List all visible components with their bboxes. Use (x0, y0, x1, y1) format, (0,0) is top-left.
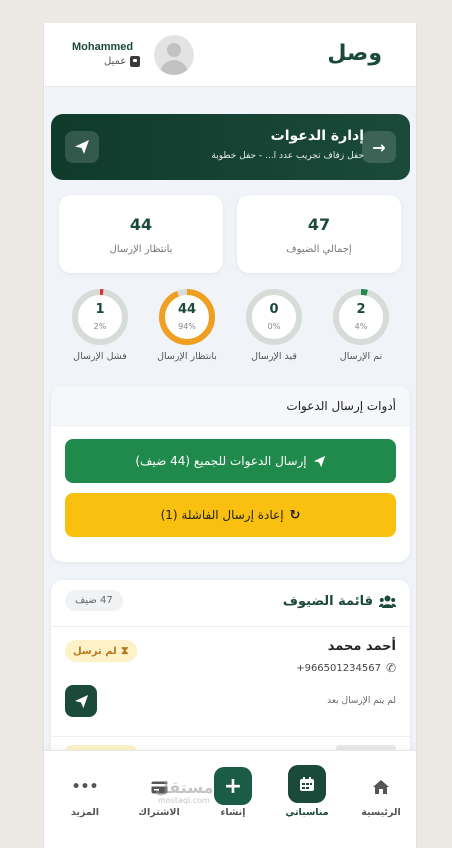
send-tools-card: أدوات إرسال الدعوات إرسال الدعوات للجميع… (51, 386, 410, 562)
ring-label: فشل الإرسال (73, 351, 127, 362)
nav-label: مناسباتي (285, 807, 329, 818)
stat-card-pending: 44 بانتظار الإرسال (59, 195, 223, 273)
avatar-head-shape (167, 43, 181, 57)
divider (51, 626, 410, 627)
nav-item-more[interactable]: ••• المزيد (48, 751, 122, 818)
stat-card-total-guests: 47 إجمالي الضيوف (237, 195, 401, 273)
ring-percent: 2% (93, 322, 107, 331)
nav-label: الرئيسية (361, 807, 401, 818)
avatar-body-shape (160, 60, 188, 75)
progress-ring: 44 94% (157, 287, 217, 347)
progress-ring: 1 2% (70, 287, 130, 347)
user-role: عميل (104, 56, 141, 67)
phone-icon: ✆ (385, 661, 396, 675)
stat-value: 44 (129, 215, 153, 234)
avatar[interactable] (154, 35, 194, 75)
guests-list-header: قائمة الضيوف (283, 594, 396, 609)
send-tools-title: أدوات إرسال الدعوات (51, 386, 410, 426)
ring-graphic (72, 289, 128, 345)
home-icon (344, 777, 416, 797)
progress-ring: 0 0% (244, 287, 304, 347)
guest-phone: +966501234567 ✆ (296, 661, 396, 675)
status-badge-label: لم ترسل (73, 645, 117, 657)
invitations-banner[interactable]: → إدارة الدعوات حفل زفاف تجريب عدد ا... … (51, 114, 410, 180)
ring-graphic (246, 289, 302, 345)
banner-title: إدارة الدعوات (270, 128, 364, 144)
send-all-button[interactable]: إرسال الدعوات للجميع (44 ضيف) (65, 439, 396, 483)
plus-icon: + (214, 767, 252, 805)
ring-track (333, 289, 389, 345)
progress-ring: 2 4% (331, 287, 391, 347)
calendar-icon (288, 765, 326, 803)
arrow-right-icon[interactable]: → (362, 131, 396, 163)
id-badge-icon (130, 56, 141, 67)
hourglass-icon: ⧗ (120, 644, 129, 657)
ring-value: 44 (177, 302, 197, 317)
guest-name: أحمد محمد (327, 639, 396, 654)
ring-graphic (333, 289, 389, 345)
paper-plane-icon (313, 455, 325, 467)
watermark-url: mostaql.com (158, 796, 210, 805)
nav-item-home[interactable]: الرئيسية (344, 751, 416, 818)
ring-failed: 1 2% فشل الإرسال (61, 287, 139, 362)
ring-percent: 0% (267, 322, 281, 331)
resend-failed-button[interactable]: ↻ إعادة إرسال الفاشلة (1) (65, 493, 396, 537)
ring-value: 2 (356, 302, 366, 317)
nav-label: المزيد (70, 807, 100, 818)
ring-value: 0 (269, 302, 279, 317)
ring-pending: 44 94% بانتظار الإرسال (148, 287, 226, 362)
nav-item-events[interactable]: مناسباتي (270, 751, 344, 818)
ring-sent: 2 4% تم الإرسال (322, 287, 400, 362)
ring-track (72, 289, 128, 345)
guest-phone-number: +966501234567 (296, 662, 381, 674)
ring-label: قيد الإرسال (251, 351, 297, 362)
ring-percent: 4% (354, 322, 368, 331)
user-role-label: عميل (104, 56, 127, 67)
paper-plane-icon[interactable] (65, 131, 99, 163)
status-badge: ⧗ لم ترسل (65, 640, 137, 662)
ring-track (246, 289, 302, 345)
app-screen: وصل Mohammed عميل → إدارة الدعوات حفل زف… (43, 23, 417, 848)
nav-label: إنشاء (220, 807, 246, 818)
stat-label: بانتظار الإرسال (109, 244, 173, 255)
banner-subtitle: حفل زفاف تجريب عدد ا... - حفل خطوبة (211, 151, 364, 161)
guests-count-badge: 47 ضيف (65, 590, 123, 611)
stat-label: إجمالي الضيوف (286, 244, 352, 255)
users-icon (379, 595, 396, 608)
nav-label: الاشتراك (138, 807, 180, 818)
paper-plane-icon (74, 694, 88, 708)
top-bar: وصل Mohammed عميل (44, 23, 416, 87)
more-icon: ••• (71, 779, 99, 795)
refresh-icon: ↻ (289, 507, 301, 523)
bottom-nav: الرئيسية مناسباتي + إنشاء الاشتراك ••• ا… (44, 750, 416, 848)
send-all-label: إرسال الدعوات للجميع (44 ضيف) (135, 454, 307, 468)
user-name: Mohammed (72, 41, 134, 53)
ring-value: 1 (95, 302, 105, 317)
ring-label: تم الإرسال (339, 351, 383, 362)
divider (51, 736, 410, 737)
ring-graphic (159, 289, 215, 345)
guests-list-title: قائمة الضيوف (282, 594, 373, 609)
ring-sending: 0 0% قيد الإرسال (235, 287, 313, 362)
guest-note: لم يتم الإرسال بعد (327, 696, 396, 706)
send-invite-button[interactable] (65, 685, 97, 717)
stat-value: 47 (307, 215, 331, 234)
ring-label: بانتظار الإرسال (157, 351, 217, 362)
resend-failed-label: إعادة إرسال الفاشلة (1) (160, 508, 284, 522)
app-logo: وصل (327, 41, 382, 66)
watermark-logo: مستقل (155, 778, 214, 797)
ring-percent: 94% (178, 322, 196, 331)
